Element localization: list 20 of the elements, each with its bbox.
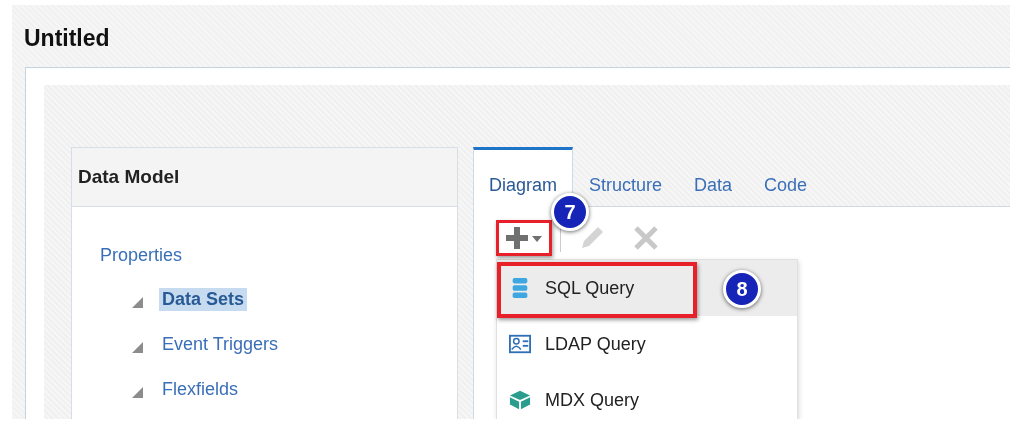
menu-item[interactable]: MDX Query <box>497 372 797 419</box>
panel-title: Data Model <box>78 166 180 188</box>
contact-card-icon <box>509 333 531 355</box>
callout-badge: 8 <box>723 270 761 308</box>
menu-item[interactable]: LDAP Query <box>497 316 797 372</box>
tree-link[interactable]: Event Triggers <box>159 333 282 356</box>
expanded-triangle-icon[interactable] <box>132 297 143 308</box>
close-icon <box>632 224 660 252</box>
tab[interactable]: Data <box>678 147 749 207</box>
menu-item[interactable]: SQL Query 8 <box>497 260 797 316</box>
tree-link[interactable]: Data Sets <box>159 288 248 311</box>
tree-link[interactable]: Flexfields <box>159 378 242 401</box>
expanded-triangle-icon[interactable] <box>132 387 143 398</box>
expanded-triangle-icon[interactable] <box>132 342 143 353</box>
tab[interactable]: Code <box>748 147 824 207</box>
tree-link[interactable]: Properties <box>97 243 186 267</box>
cube-icon <box>509 389 531 411</box>
callout-badge: 7 <box>551 193 589 231</box>
plus-caret-icon <box>505 225 543 251</box>
window-title: Untitled <box>23 24 111 53</box>
